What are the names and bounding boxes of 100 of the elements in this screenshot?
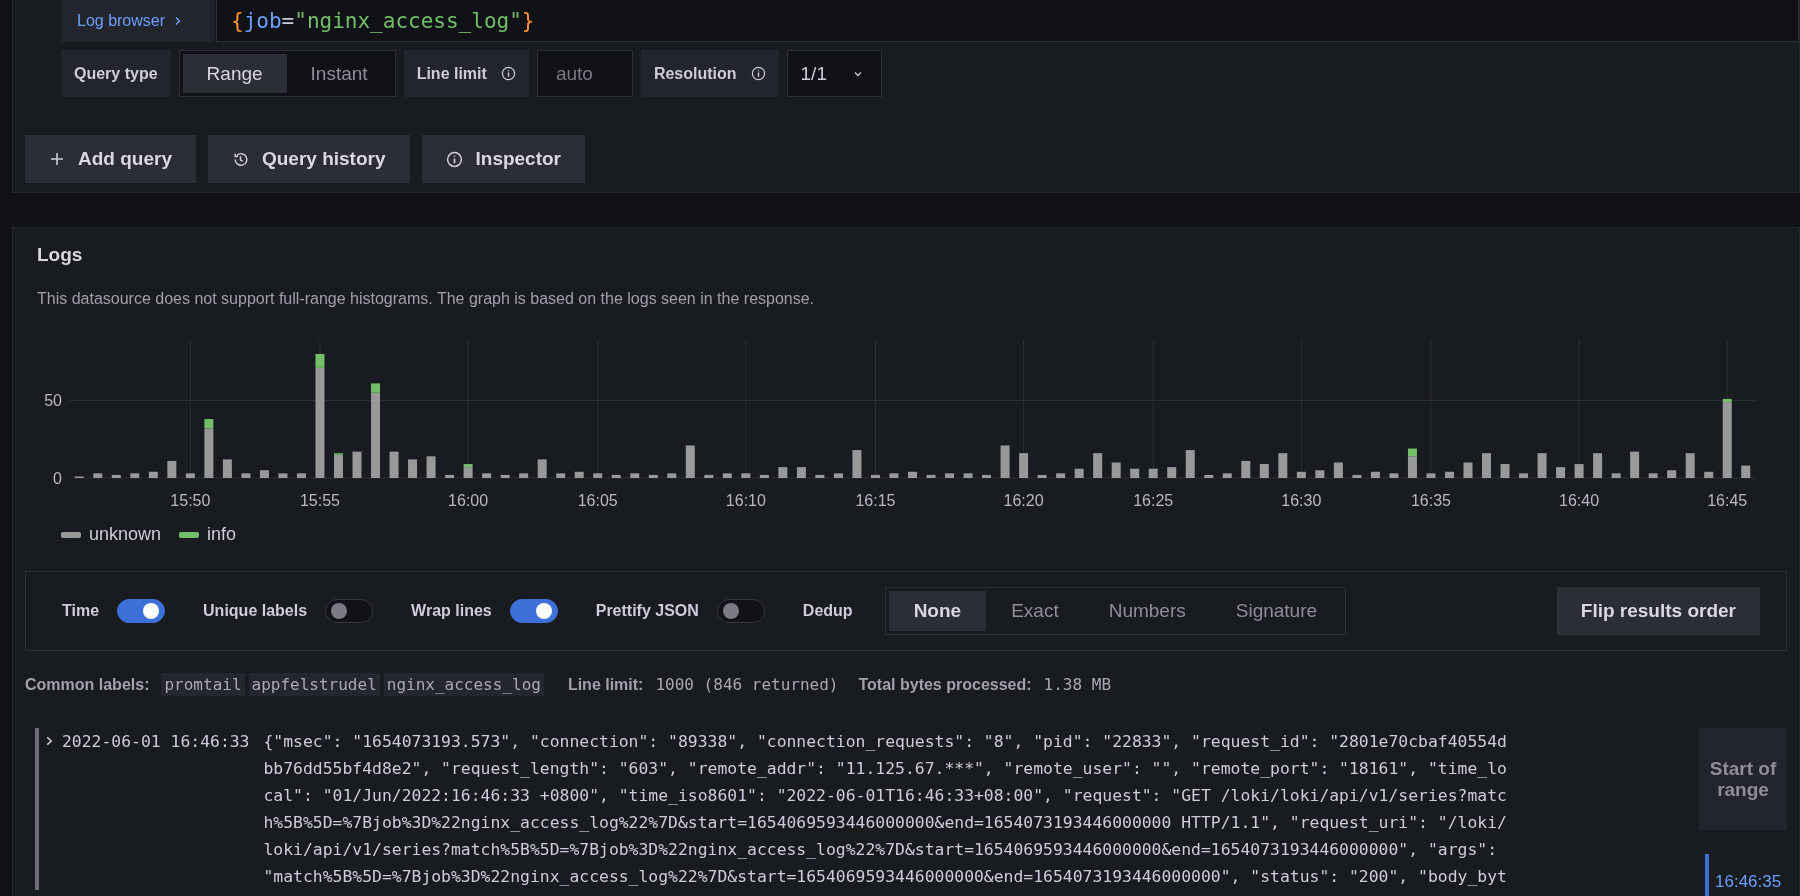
x-tick-label: 16:00 (448, 492, 489, 509)
line-limit-input[interactable]: auto (536, 50, 633, 97)
histogram-bar (1315, 470, 1325, 478)
histogram-bar (482, 473, 492, 478)
x-tick-label: 16:40 (1559, 492, 1600, 509)
histogram-bar (1093, 453, 1103, 478)
flip-results-button[interactable]: Flip results order (1556, 587, 1760, 635)
x-tick-label: 16:10 (725, 492, 766, 509)
log-message-line: "match%5B%5D=%7Bjob%3D%22nginx_access_log%22%7D&start=1654069593446000000&end=1654073193446000000", "status": "200", "body_byt (263, 866, 1507, 888)
toggle-switch[interactable] (117, 599, 166, 623)
toggle-label: Unique labels (203, 602, 308, 620)
histogram-bar (352, 451, 362, 478)
histogram-bar (1167, 467, 1177, 478)
meta-label: Total bytes processed: (858, 675, 1032, 694)
histogram-bar (1259, 464, 1269, 478)
x-tick-label: 16:05 (577, 492, 618, 509)
histogram-bar (500, 474, 510, 478)
histogram-bar (1574, 464, 1584, 478)
query-field[interactable]: {job="nginx_access_log"} (216, 0, 1799, 42)
dedup-option[interactable]: Exact (986, 591, 1084, 631)
toggle-label: Time (62, 602, 100, 620)
legend-label: info (207, 524, 237, 545)
timeline-time: 16:46:35 (1715, 872, 1782, 891)
histogram-bar (1278, 453, 1288, 478)
histogram-bar (945, 473, 955, 478)
histogram-bar (1130, 468, 1140, 478)
histogram-bar (963, 473, 973, 478)
histogram-bar (611, 474, 621, 478)
dedup-option[interactable]: Numbers (1083, 591, 1211, 631)
histogram-bar (796, 467, 806, 478)
histogram-bar (1204, 474, 1214, 478)
histogram-bar (1667, 470, 1677, 478)
toggle-switch[interactable] (716, 599, 765, 623)
x-tick-label: 16:45 (1707, 492, 1748, 509)
toggle-switch[interactable] (509, 599, 558, 623)
info-icon (445, 150, 463, 168)
x-tick-label: 16:30 (1281, 492, 1322, 509)
dedup-option[interactable]: Signature (1210, 591, 1343, 631)
histogram-bar (1019, 453, 1029, 478)
histogram-bar (815, 474, 825, 478)
histogram-bar (778, 467, 788, 478)
log-message-line: {"msec": "1654073193.573", "connection": "89338", "connection_requests": "8", "pid": "22833", "request_id": "2801e70cbaf40554d (263, 731, 1507, 753)
histogram-bar (130, 473, 140, 478)
toolbar-button[interactable]: Query history (207, 135, 410, 183)
x-tick-label: 15:55 (299, 492, 340, 509)
resolution-label: Resolution (640, 50, 779, 97)
toolbar-button[interactable]: Inspector (421, 135, 586, 183)
info-icon (500, 66, 516, 81)
histogram-bar (1593, 453, 1603, 478)
histogram-bar (759, 474, 769, 478)
label-tag: promtail (161, 673, 245, 696)
histogram-bar (593, 473, 603, 478)
log-message-line: h%5B%5D=%7Bjob%3D%22nginx_access_log%22%7D&start=1654069593446000000&end=1654073193446000000 HTTP/1.1", "request_uri": "/loki/ (263, 812, 1507, 834)
histogram-bar (574, 471, 584, 478)
histogram-bar (1296, 471, 1306, 478)
log-browser-button[interactable]: Log browser (61, 0, 214, 42)
histogram-bar (852, 450, 862, 478)
dedup-option[interactable]: None (888, 591, 987, 631)
histogram-bar (1056, 473, 1066, 478)
histogram-bar (648, 474, 658, 478)
histogram-bar (1000, 445, 1010, 478)
histogram-bar (1148, 468, 1158, 478)
histogram-bar (1741, 465, 1751, 478)
histogram-bar (1222, 473, 1232, 478)
histogram-bar (1352, 474, 1362, 478)
histogram-bar (519, 473, 529, 478)
histogram-bar (537, 459, 547, 478)
histogram-bar (389, 451, 399, 478)
histogram-bar (722, 473, 732, 478)
toolbar-button[interactable]: Add query (25, 135, 196, 183)
label-tag: appfelstrudel (248, 673, 380, 696)
y-tick-label: 50 (44, 392, 62, 410)
query-type-label: Query type (61, 50, 171, 97)
histogram-bar (1482, 453, 1491, 478)
resolution-select[interactable]: 1/1 (786, 50, 882, 97)
dedup-label: Dedup (802, 602, 853, 620)
histogram-bar (148, 471, 158, 478)
histogram-bar (926, 474, 936, 478)
log-message-line: cal": "01/Jun/2022:16:46:33 +0800", "time_iso8601": "2022-06-01T16:46:33+08:00", "request": "GET /loki/loki/api/v1/series?matc (263, 785, 1507, 807)
histogram-bar (1463, 462, 1473, 478)
start-of-range-button[interactable]: Start of range (1699, 728, 1787, 830)
histogram-bar (870, 474, 880, 478)
meta-value: 1000 (846 returned) (655, 675, 839, 694)
x-tick-label: 16:25 (1133, 492, 1174, 509)
histogram-bar (556, 473, 566, 478)
histogram-bar (1685, 453, 1695, 478)
x-tick-label: 16:20 (1003, 492, 1044, 509)
toggle-switch[interactable] (325, 599, 374, 623)
expand-caret-icon[interactable] (45, 735, 54, 747)
histogram-bar (1111, 462, 1121, 478)
histogram-bar (1333, 462, 1343, 478)
line-limit-label: Line limit (403, 50, 529, 97)
query-type-option[interactable]: Range (182, 54, 287, 93)
histogram-bar (111, 474, 121, 478)
histogram-bar (1556, 467, 1566, 478)
query-type-option[interactable]: Instant (286, 54, 392, 93)
notice-text: This datasource does not support full-range histograms. The graph is based on the logs seen in the response. (37, 290, 816, 308)
legend-label: unknown (89, 524, 162, 545)
x-tick-label: 16:15 (855, 492, 896, 509)
histogram-bar (1611, 473, 1621, 478)
